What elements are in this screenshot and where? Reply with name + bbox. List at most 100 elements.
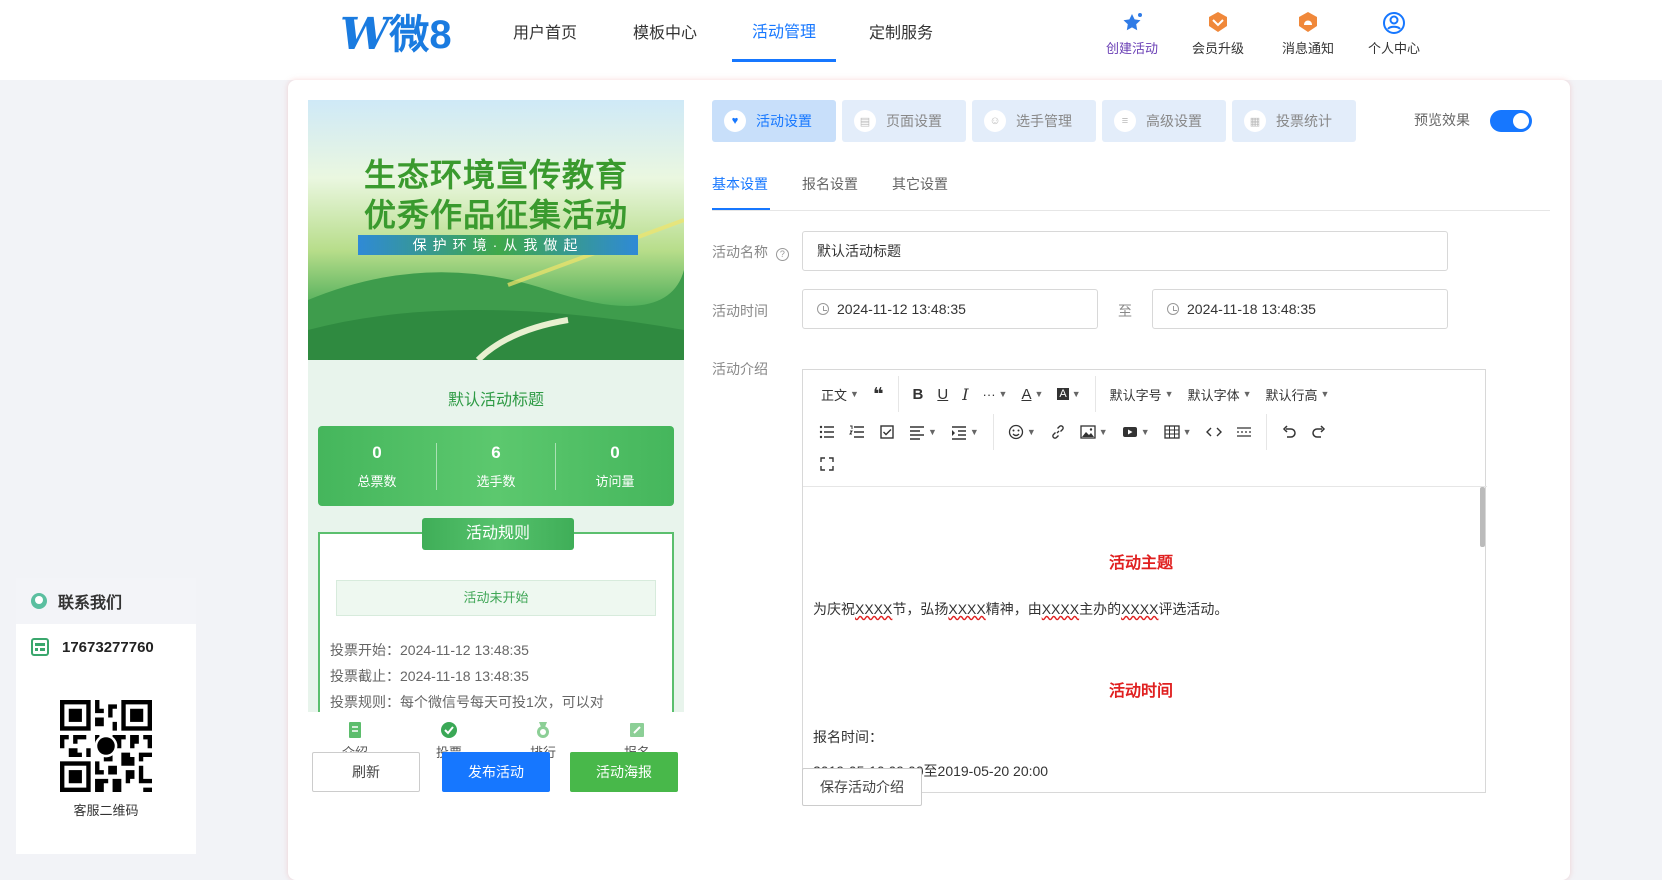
mobile-preview: 生态环境宣传教育 优秀作品征集活动 保护环境·从我做起 默认活动标题 0 总票数…: [308, 100, 684, 712]
subtab-signup-settings[interactable]: 报名设置: [802, 174, 858, 194]
person-icon: ☺: [984, 110, 1006, 132]
bold-button[interactable]: B: [913, 382, 924, 406]
emoji-button[interactable]: ▼: [1008, 420, 1036, 444]
caret-down-icon: ▼: [1242, 389, 1252, 399]
segment-contestant-management[interactable]: ☺ 选手管理: [972, 100, 1096, 142]
preview-toggle[interactable]: [1490, 110, 1532, 132]
subtab-basic-settings[interactable]: 基本设置: [712, 174, 768, 194]
logo[interactable]: W 微8: [340, 12, 452, 58]
segment-label: 投票统计: [1276, 113, 1332, 129]
vote-rule-line: 投票规则：每个微信号每天可投1次，可以对: [330, 694, 604, 710]
table-button[interactable]: ▼: [1163, 420, 1192, 444]
font-family-select[interactable]: 默认字体 ▼: [1188, 382, 1252, 406]
image-button[interactable]: ▼: [1080, 420, 1108, 444]
segment-advanced-settings[interactable]: ≡ 高级设置: [1102, 100, 1226, 142]
undo-icon: [1282, 425, 1296, 438]
nav-activity-management[interactable]: 活动管理: [732, 0, 836, 62]
more-format-button[interactable]: ··· ▼: [983, 382, 1008, 406]
numbered-list-button[interactable]: [849, 420, 865, 444]
toolbar-separator: [1094, 376, 1096, 412]
todo-button[interactable]: [879, 420, 895, 444]
headset-icon: [31, 593, 47, 609]
caret-down-icon: ▼: [1320, 389, 1330, 399]
caret-down-icon: ▼: [1182, 427, 1192, 437]
segment-activity-settings[interactable]: ♥ 活动设置: [712, 100, 836, 142]
segment-label: 高级设置: [1146, 113, 1202, 129]
signup-time-label: 报名时间：: [813, 729, 883, 745]
activity-status: 活动未开始: [336, 580, 656, 616]
segment-page-settings[interactable]: ▤ 页面设置: [842, 100, 966, 142]
placeholder-text: XXXX: [948, 601, 986, 617]
italic-icon: I: [962, 384, 969, 404]
refresh-button[interactable]: 刷新: [312, 752, 420, 792]
text-span: 节，弘扬: [892, 601, 949, 617]
caret-down-icon: ▼: [1071, 389, 1081, 399]
code-button[interactable]: [1205, 420, 1222, 444]
quote-button[interactable]: ❝: [873, 382, 884, 406]
nav-user-home[interactable]: 用户首页: [500, 0, 590, 62]
content-paragraph: 为庆祝XXXX节，弘扬XXXX精神，由XXXX主办的XXXX评选活动。: [813, 599, 1228, 619]
create-activity-button[interactable]: 创建活动: [1082, 10, 1182, 57]
font-color-button[interactable]: A ▼: [1021, 382, 1043, 406]
indent-button[interactable]: ▼: [951, 420, 979, 444]
segment-label: 选手管理: [1016, 113, 1072, 129]
member-upgrade-button[interactable]: 会员升级: [1168, 10, 1268, 57]
divider-button[interactable]: [1236, 420, 1252, 444]
video-button[interactable]: ▼: [1122, 420, 1150, 444]
label-text: 活动名称: [712, 244, 768, 260]
profile-button[interactable]: 个人中心: [1344, 10, 1444, 57]
undo-button[interactable]: [1281, 420, 1297, 444]
redo-button[interactable]: [1311, 420, 1327, 444]
text-span: 为庆祝: [813, 601, 855, 617]
link-button[interactable]: [1050, 420, 1066, 444]
member-upgrade-label: 会员升级: [1191, 41, 1244, 56]
segment-vote-statistics[interactable]: ▦ 投票统计: [1232, 100, 1356, 142]
emoji-icon: [1008, 424, 1023, 440]
clock-icon: [817, 303, 829, 315]
start-time-input[interactable]: 2024-11-12 13:48:35: [802, 289, 1098, 329]
stat-label: 选手数: [476, 473, 516, 489]
italic-button[interactable]: I: [962, 382, 968, 406]
background-color-button[interactable]: A ▼: [1057, 382, 1081, 406]
editor-content[interactable]: 活动主题 为庆祝XXXX节，弘扬XXXX精神，由XXXX主办的XXXX评选活动。…: [803, 486, 1487, 794]
line-height-select[interactable]: 默认行高 ▼: [1266, 382, 1330, 406]
help-icon[interactable]: ?: [775, 248, 789, 261]
paragraph-select-label: 正文: [821, 387, 848, 403]
qr-caption: 客服二维码: [73, 803, 139, 818]
stat-value: 0: [372, 442, 382, 462]
paragraph-select[interactable]: 正文 ▼: [821, 382, 859, 406]
time-separator: 至: [1118, 303, 1132, 319]
rules-panel: 活动规则 活动未开始 投票开始：2024-11-12 13:48:35 投票截止…: [318, 518, 674, 712]
nav-template-center[interactable]: 模板中心: [620, 0, 710, 62]
segment-label: 页面设置: [886, 113, 942, 129]
editor-scrollbar[interactable]: [1480, 487, 1485, 547]
stats-bar: 0 总票数 6 选手数 0 访问量: [318, 426, 674, 506]
nav-custom-service[interactable]: 定制服务: [856, 0, 946, 62]
save-intro-button[interactable]: 保存活动介绍: [802, 768, 922, 806]
notifications-button[interactable]: 消息通知: [1258, 10, 1358, 57]
bullet-list-button[interactable]: [819, 420, 835, 444]
fullscreen-button[interactable]: [819, 452, 835, 476]
contact-phone-number: 17673277760: [62, 638, 154, 656]
subtab-other-settings[interactable]: 其它设置: [892, 174, 948, 194]
more-icon: ···: [982, 386, 996, 402]
subtab-divider: [712, 210, 1550, 211]
user-circle-icon: [1383, 12, 1405, 34]
align-button[interactable]: ▼: [909, 420, 937, 444]
font-size-select[interactable]: 默认字号 ▼: [1110, 382, 1174, 406]
stat-value: 0: [610, 442, 620, 462]
underline-icon: U: [937, 385, 949, 403]
bell-badge-icon: [1299, 12, 1317, 32]
top-bar: W 微8 用户首页 模板中心 活动管理 定制服务 创建活动 会员升级 消息通知 …: [0, 0, 1662, 80]
underline-button[interactable]: U: [937, 382, 948, 406]
end-time-input[interactable]: 2024-11-18 13:48:35: [1152, 289, 1448, 329]
main-card: 生态环境宣传教育 优秀作品征集活动 保护环境·从我做起 默认活动标题 0 总票数…: [288, 80, 1570, 880]
caret-down-icon: ▼: [1034, 389, 1044, 399]
publish-activity-button[interactable]: 发布活动: [442, 752, 550, 792]
activity-poster-button[interactable]: 活动海报: [570, 752, 678, 792]
edit-icon: [630, 723, 644, 737]
caret-down-icon: ▼: [1026, 427, 1036, 437]
activity-name-input[interactable]: 默认活动标题: [802, 231, 1448, 271]
text-span: 主办的: [1079, 601, 1122, 617]
toolbar-separator: [897, 376, 899, 412]
